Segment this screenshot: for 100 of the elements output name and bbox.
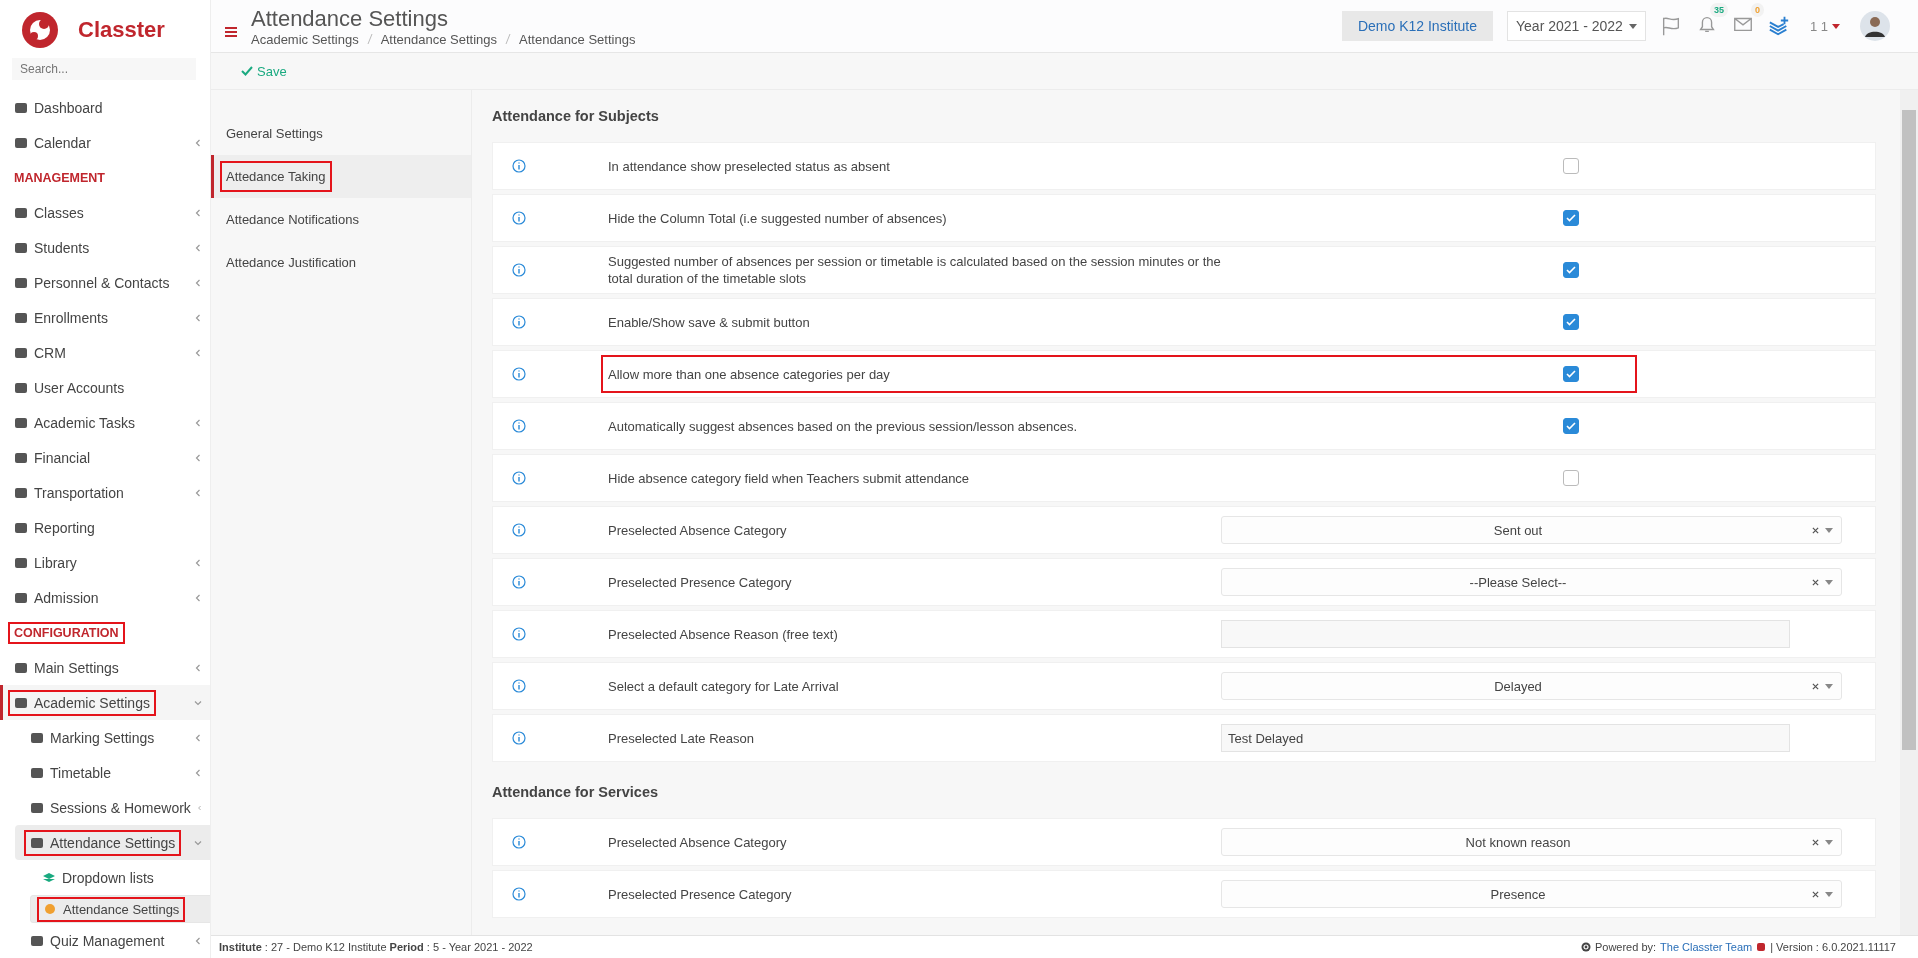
select-field[interactable]: --Please Select-- (1221, 568, 1842, 596)
setting-label: Suggested number of absences per session or timetable is calculated based on the session minutes or the total duration of the timetable slots (608, 253, 1222, 287)
sidebar-item[interactable]: User Accounts (0, 370, 210, 405)
info-icon[interactable] (512, 159, 526, 173)
setting-label: Preselected Presence Category (607, 885, 793, 903)
info-icon[interactable] (512, 211, 526, 225)
info-icon[interactable] (512, 367, 526, 381)
checkbox[interactable] (1563, 262, 1579, 278)
sidebar-item[interactable]: Transportation (0, 475, 210, 510)
search-field[interactable]: Search... (12, 58, 196, 80)
notification-badge: 35 (1709, 3, 1728, 17)
settings-tab[interactable]: Attedance Taking (211, 155, 471, 198)
institute-button[interactable]: Demo K12 Institute (1341, 11, 1493, 41)
sidebar-item[interactable]: Dashboard (0, 90, 210, 125)
scrollbar-thumb[interactable] (1902, 110, 1916, 750)
check-icon (241, 66, 253, 76)
item-label: Calendar (8, 129, 97, 156)
text-field[interactable]: Test Delayed (1221, 724, 1790, 752)
select-field[interactable]: Not known reason (1221, 828, 1842, 856)
info-icon[interactable] (512, 679, 526, 693)
checkbox[interactable] (1563, 418, 1579, 434)
item-label: Students (8, 234, 96, 261)
info-icon[interactable] (512, 523, 526, 537)
sidebar-item[interactable]: Quiz Management (0, 923, 210, 958)
sidebar-item[interactable]: Sessions & Homework (0, 790, 210, 825)
info-icon[interactable] (512, 263, 526, 277)
breadcrumb-link[interactable]: Attendance Settings (380, 31, 498, 47)
info-icon[interactable] (512, 471, 526, 485)
chevron-left-icon (194, 243, 202, 252)
info-icon[interactable] (512, 419, 526, 433)
scrollbar[interactable] (1900, 90, 1918, 935)
team-link[interactable]: The Classter Team (1660, 941, 1753, 953)
layers-plus-icon[interactable] (1767, 15, 1790, 37)
tab-label: Attedance Justification (225, 254, 358, 272)
clear-icon[interactable] (1812, 526, 1819, 534)
caret-icon (1825, 683, 1833, 689)
info-icon[interactable] (512, 887, 526, 901)
sidebar-item[interactable]: Personnel & Contacts (0, 265, 210, 300)
check-icon (1566, 266, 1576, 274)
sidebar-item[interactable]: Students (0, 230, 210, 265)
settings-tab[interactable]: Attedance Justification (211, 241, 471, 284)
chevron-left-icon (194, 593, 202, 602)
year-dropdown[interactable]: Year 2021 - 2022 (1507, 11, 1646, 41)
sidebar-item[interactable]: Main Settings (0, 650, 210, 685)
clear-icon[interactable] (1812, 578, 1819, 586)
brand-name: Classter (78, 17, 165, 44)
sidebar-item[interactable]: Attendance Settings (15, 825, 210, 860)
chevron-left-icon (194, 138, 202, 147)
item-label: Library (8, 549, 83, 576)
sidebar-item[interactable]: Reporting (0, 510, 210, 545)
clear-icon[interactable] (1812, 890, 1819, 898)
slash-icon (366, 33, 373, 45)
checkbox[interactable] (1563, 210, 1579, 226)
sidebar-item[interactable]: Academic Settings (0, 685, 210, 720)
settings-tab[interactable]: General Settings (211, 112, 471, 155)
info-icon[interactable] (512, 835, 526, 849)
check-icon (1566, 318, 1576, 326)
sidebar-item[interactable]: CRM (0, 335, 210, 370)
item-label: Classes (8, 199, 90, 226)
text-field[interactable] (1221, 620, 1790, 648)
checkbox[interactable] (1563, 366, 1579, 382)
item-label: Financial (8, 444, 97, 471)
select-field[interactable]: Delayed (1221, 672, 1842, 700)
sidebar-item[interactable]: Marking Settings (0, 720, 210, 755)
item-label: Dashboard (8, 94, 109, 121)
select-field[interactable]: Sent out (1221, 516, 1842, 544)
check-icon (1566, 214, 1576, 222)
clear-icon[interactable] (1812, 682, 1819, 690)
checkbox[interactable] (1563, 158, 1579, 174)
checkbox[interactable] (1563, 470, 1579, 486)
select-field[interactable]: Presence (1221, 880, 1842, 908)
sidebar-item[interactable]: Admission (0, 580, 210, 615)
user-menu[interactable]: 1 1 (1803, 17, 1846, 35)
item-label: Transportation (8, 479, 130, 506)
setting-label: Enable/Show save & submit button (608, 313, 810, 331)
sidebar-item[interactable]: Timetable (0, 755, 210, 790)
sidebar-item[interactable]: Classes (0, 195, 210, 230)
breadcrumb-link[interactable]: Attendance Settings (519, 31, 636, 47)
tab-label: Attedance Notifications (225, 211, 360, 229)
caret-icon (1825, 839, 1833, 845)
item-label: Sessions & Homework (24, 794, 197, 821)
settings-tab[interactable]: Attedance Notifications (211, 198, 471, 241)
sidebar-item[interactable]: Library (0, 545, 210, 580)
info-icon[interactable] (512, 575, 526, 589)
chevron-left-icon (194, 418, 202, 427)
sidebar-item[interactable]: Attendance Settings (30, 895, 210, 923)
info-icon[interactable] (512, 315, 526, 329)
info-icon[interactable] (512, 731, 526, 745)
item-label: Reporting (8, 514, 101, 541)
sidebar-item[interactable]: Academic Tasks (0, 405, 210, 440)
chevron-left-icon (194, 558, 202, 567)
sidebar-item[interactable]: Calendar (0, 125, 210, 160)
clear-icon[interactable] (1812, 838, 1819, 846)
avatar-silhouette-icon[interactable] (1860, 11, 1890, 41)
sidebar-item[interactable]: Enrollments (0, 300, 210, 335)
sidebar-item[interactable]: Dropdown lists (0, 860, 210, 895)
sidebar-item[interactable]: Financial (0, 440, 210, 475)
info-icon[interactable] (512, 627, 526, 641)
breadcrumb-link[interactable]: Academic Settings (251, 31, 359, 47)
checkbox[interactable] (1563, 314, 1579, 330)
